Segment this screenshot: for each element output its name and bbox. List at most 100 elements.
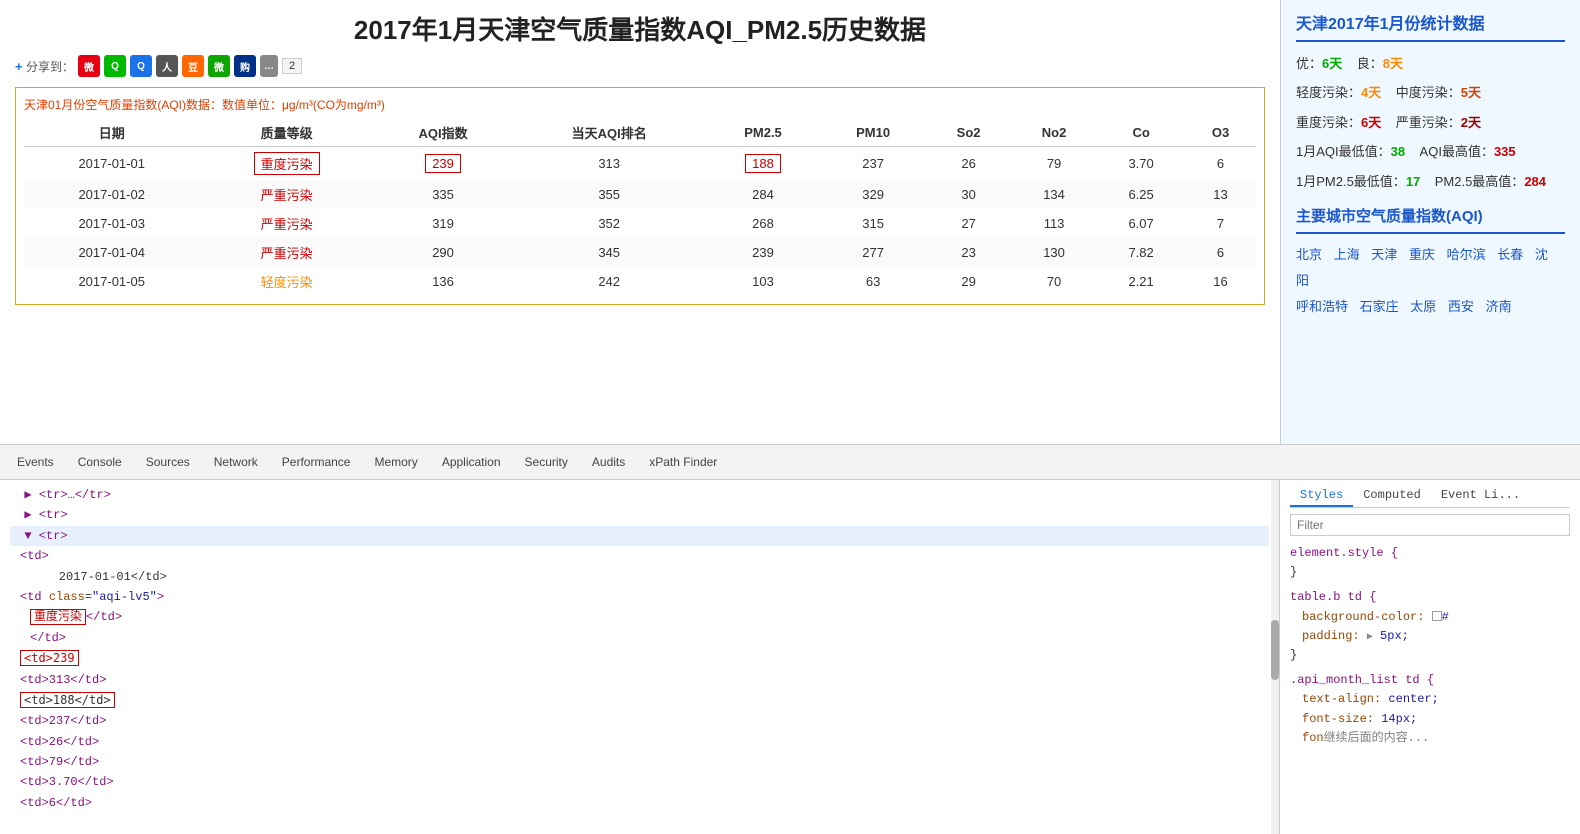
tab-console[interactable]: Console [66,444,134,480]
dom-line-date: 2017-01-01</td> [10,567,1269,587]
col-rank: 当天AQI排名 [512,119,706,147]
cell-o3: 6 [1185,147,1256,181]
cell-o3: 13 [1185,180,1256,209]
dom-scrollbar[interactable] [1271,480,1279,834]
city-chongqing[interactable]: 重庆 [1409,247,1435,262]
taobao-icon[interactable]: 购 [234,55,256,77]
city-links-row2: 呼和浩特 石家庄 太原 西安 济南 [1296,294,1565,320]
cell-aqi: 335 [374,180,512,209]
city-shijiazhuang[interactable]: 石家庄 [1360,299,1399,314]
qq-icon[interactable]: Q [104,55,126,77]
devtools-tabs: Events Console Sources Network Performan… [0,444,1580,480]
cell-rank: 242 [512,267,706,296]
cell-rank: 313 [512,147,706,181]
cell-date: 2017-01-02 [24,180,199,209]
stat-line-1: 优：6天 良：8天 [1296,52,1565,75]
cell-pm10: 329 [820,180,926,209]
dom-line-selected[interactable]: ▼ <tr> [10,526,1269,546]
styles-tab-computed[interactable]: Computed [1353,485,1431,507]
col-pm10: PM10 [820,119,926,147]
cell-no2: 113 [1011,209,1097,238]
page-title: 2017年1月天津空气质量指数AQI_PM2.5历史数据 [15,10,1265,47]
city-xian[interactable]: 西安 [1448,299,1474,314]
city-shanghai[interactable]: 上海 [1334,247,1360,262]
dom-line: ▶ <tr> [10,505,1269,525]
douban-icon[interactable]: 豆 [182,55,204,77]
stat-line-4: 1月AQI最低值：38 AQI最高值：335 [1296,140,1565,163]
dom-line: <td> [10,546,1269,566]
table-container: 天津01月份空气质量指数(AQI)数据：数值单位：μg/m³(CO为mg/m³)… [15,87,1265,305]
col-date: 日期 [24,119,199,147]
cell-so2: 30 [926,180,1011,209]
devtools-panel: ▶ <tr>…</tr> ▶ <tr> ▼ <tr> <td> 2017-01-… [0,480,1580,834]
cell-pm10: 237 [820,147,926,181]
more-icon[interactable]: … [260,55,278,77]
tab-xpath-finder[interactable]: xPath Finder [637,444,729,480]
cell-date: 2017-01-04 [24,238,199,267]
tab-sources[interactable]: Sources [134,444,202,480]
share-label: + 分享到： [15,58,74,75]
city-haerbin[interactable]: 哈尔滨 [1447,247,1486,262]
table-row: 2017-01-02 严重污染 335 355 284 329 30 134 6… [24,180,1256,209]
dom-line: <td class="aqi-lv5"> [10,587,1269,607]
cell-level: 重度污染 [199,147,373,181]
css-rule-api-month-list: .api_month_list td { text-align: center;… [1290,671,1570,748]
cell-so2: 29 [926,267,1011,296]
wechat-icon[interactable]: 微 [208,55,230,77]
dom-line: <td>313</td> [10,670,1269,690]
city-taiyuan[interactable]: 太原 [1410,299,1436,314]
cell-co: 3.70 [1097,147,1185,181]
col-pm25: PM2.5 [706,119,820,147]
renren-icon[interactable]: 人 [156,55,178,77]
tab-performance[interactable]: Performance [270,444,363,480]
dom-panel: ▶ <tr>…</tr> ▶ <tr> ▼ <tr> <td> 2017-01-… [0,480,1280,834]
col-so2: So2 [926,119,1011,147]
tab-application[interactable]: Application [430,444,513,480]
css-rule-element: element.style { } [1290,544,1570,582]
cell-level: 严重污染 [199,238,373,267]
cell-aqi: 319 [374,209,512,238]
city-tianjin[interactable]: 天津 [1371,247,1397,262]
dom-line-pm25: <td>188</td> [10,690,1269,711]
qzone-icon[interactable]: Q [130,55,152,77]
dom-line: </td> [10,628,1269,648]
cell-pm25: 188 [706,147,820,181]
city-beijing[interactable]: 北京 [1296,247,1322,262]
styles-tabs: Styles Computed Event Li... [1290,485,1570,508]
stat-line-3: 重度污染：6天 严重污染：2天 [1296,111,1565,134]
cell-pm25: 268 [706,209,820,238]
cell-so2: 26 [926,147,1011,181]
tab-memory[interactable]: Memory [362,444,429,480]
city-jinan[interactable]: 济南 [1486,299,1512,314]
css-rule-table-b: table.b td { background-color: # padding… [1290,588,1570,665]
weibo-icon[interactable]: 微 [78,55,100,77]
col-o3: O3 [1185,119,1256,147]
cell-level: 轻度污染 [199,267,373,296]
cell-o3: 7 [1185,209,1256,238]
styles-tab-eventli[interactable]: Event Li... [1431,485,1530,507]
sidebar: 天津2017年1月份统计数据 优：6天 良：8天 轻度污染：4天 中度污染：5天… [1280,0,1580,444]
styles-tab-styles[interactable]: Styles [1290,485,1353,507]
city-huhehaote[interactable]: 呼和浩特 [1296,299,1348,314]
col-no2: No2 [1011,119,1097,147]
dom-line: <td>237</td> [10,711,1269,731]
city-links-row1: 北京 上海 天津 重庆 哈尔滨 长春 沈阳 [1296,242,1565,294]
filter-input[interactable] [1290,514,1570,536]
tab-audits[interactable]: Audits [580,444,637,480]
styles-panel: Styles Computed Event Li... element.styl… [1280,480,1580,834]
cell-no2: 79 [1011,147,1097,181]
share-bar: + 分享到： 微 Q Q 人 豆 微 购 … 2 [15,55,1265,77]
tab-network[interactable]: Network [202,444,270,480]
cell-so2: 27 [926,209,1011,238]
dom-line: <td>6</td> [10,793,1269,813]
cell-o3: 16 [1185,267,1256,296]
cell-aqi: 239 [374,147,512,181]
city-changchun[interactable]: 长春 [1497,247,1523,262]
tab-security[interactable]: Security [513,444,580,480]
col-level: 质量等级 [199,119,373,147]
tab-events[interactable]: Events [5,444,66,480]
cell-aqi: 136 [374,267,512,296]
data-table: 日期 质量等级 AQI指数 当天AQI排名 PM2.5 PM10 So2 No2… [24,119,1256,296]
cell-no2: 134 [1011,180,1097,209]
stats-title: 天津2017年1月份统计数据 [1296,10,1565,42]
